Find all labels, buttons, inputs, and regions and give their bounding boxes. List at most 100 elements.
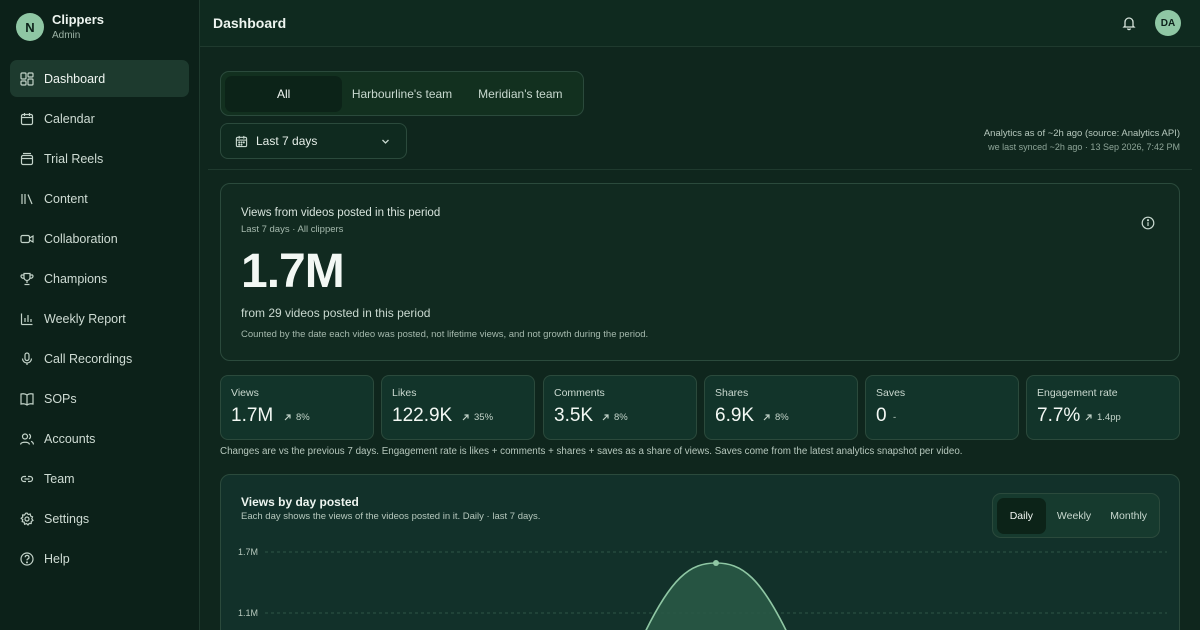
- bell-icon[interactable]: [1121, 15, 1137, 31]
- workspace-role: Admin: [52, 29, 81, 41]
- metric-card-likes: Likes 122.9K 35%: [381, 375, 535, 440]
- calendar-icon: [235, 135, 248, 148]
- brand[interactable]: N Clippers Admin: [16, 12, 104, 42]
- sidebar-item-help[interactable]: Help: [10, 540, 189, 577]
- sidebar-item-sops[interactable]: SOPs: [10, 380, 189, 417]
- metric-card-views: Views 1.7M 8%: [220, 375, 374, 440]
- metric-delta-value: 1.4pp: [1097, 412, 1121, 423]
- area-fill: [646, 563, 786, 630]
- book-icon: [20, 392, 34, 406]
- views-summary-card: Views from videos posted in this period …: [220, 183, 1180, 361]
- sidebar-item-dashboard[interactable]: Dashboard: [10, 60, 189, 97]
- sidebar-item-weekly-report[interactable]: Weekly Report: [10, 300, 189, 337]
- sidebar-item-label: Collaboration: [44, 231, 118, 246]
- metric-value: 7.7%: [1037, 405, 1081, 426]
- metric-value: 122.9K: [392, 405, 453, 426]
- sidebar: N Clippers Admin Dashboard Calendar Tria…: [0, 0, 200, 630]
- metric-delta-value: 8%: [614, 412, 628, 423]
- sidebar-item-settings[interactable]: Settings: [10, 500, 189, 537]
- sidebar-item-call-recordings[interactable]: Call Recordings: [10, 340, 189, 377]
- analytics-source: Analytics as of ~2h ago (source: Analyti…: [983, 128, 1180, 139]
- metric-label: Views: [231, 387, 259, 399]
- sidebar-item-team[interactable]: Team: [10, 460, 189, 497]
- video-count: from 29 videos posted in this period: [241, 306, 431, 320]
- user-avatar[interactable]: DA: [1155, 10, 1181, 36]
- page-title: Dashboard: [213, 15, 287, 31]
- metric-value: 1.7M: [231, 405, 274, 426]
- tab-meridian-team[interactable]: Meridian's team: [462, 76, 579, 112]
- sync-status: Analytics as of ~2h ago (source: Analyti…: [984, 128, 1180, 152]
- metric-label: Comments: [554, 387, 605, 399]
- sidebar-item-content[interactable]: Content: [10, 180, 189, 217]
- metric-label: Saves: [876, 387, 906, 399]
- top-header: Dashboard DA: [200, 0, 1200, 47]
- card-subtitle: Last 7 days · All clippers: [241, 224, 344, 235]
- info-icon[interactable]: [1141, 216, 1155, 230]
- video-icon: [20, 232, 34, 246]
- metric-delta: 8%: [601, 412, 628, 423]
- sidebar-item-label: Settings: [44, 511, 90, 526]
- metric-card-engagement-rate: Engagement rate 7.7% 1.4pp: [1026, 375, 1180, 440]
- arrow-up-right-icon: [763, 414, 770, 421]
- users-icon: [20, 432, 34, 446]
- sidebar-item-trial-reels[interactable]: Trial Reels: [10, 140, 189, 177]
- sidebar-item-label: Content: [44, 191, 88, 206]
- chevron-down-icon: [380, 136, 391, 147]
- metric-cards: Views 1.7M 8% Likes 122.9K 35% Comments …: [220, 375, 1180, 440]
- workspace-avatar: N: [16, 13, 44, 41]
- metric-value: 6.9K: [715, 405, 755, 426]
- arrow-up-right-icon: [462, 414, 469, 421]
- team-tabs: All Harbourline's team Meridian's team: [220, 71, 584, 116]
- card-note: Counted by the date each video was poste…: [241, 329, 649, 340]
- link-icon: [20, 472, 34, 486]
- views-by-day-card: Views by day posted Each day shows the v…: [220, 474, 1180, 630]
- sidebar-item-label: Trial Reels: [44, 151, 104, 166]
- sidebar-item-calendar[interactable]: Calendar: [10, 100, 189, 137]
- metric-label: Likes: [392, 387, 417, 399]
- divider: [208, 169, 1192, 170]
- metric-card-comments: Comments 3.5K 8%: [543, 375, 697, 440]
- arrow-up-right-icon: [1085, 414, 1092, 421]
- date-range-value: Last 7 days: [256, 134, 318, 148]
- tab-harbourline-team[interactable]: Harbourline's team: [342, 76, 461, 112]
- calendar-icon: [20, 112, 34, 126]
- tab-all[interactable]: All: [225, 75, 343, 112]
- metric-delta: 35%: [461, 412, 493, 423]
- sidebar-item-collaboration[interactable]: Collaboration: [10, 220, 189, 257]
- arrow-up-right-icon: [602, 414, 609, 421]
- metrics-note: Changes are vs the previous 7 days. Enga…: [220, 446, 963, 457]
- sidebar-item-label: Help: [44, 551, 70, 566]
- metric-delta-value: 35%: [474, 412, 494, 423]
- data-point-peak[interactable]: [713, 560, 719, 566]
- bar-chart-icon: [20, 312, 34, 326]
- date-range-select[interactable]: Last 7 days: [220, 123, 407, 159]
- sidebar-item-champions[interactable]: Champions: [10, 260, 189, 297]
- sidebar-item-label: Accounts: [44, 431, 96, 446]
- arrow-up-right-icon: [284, 414, 291, 421]
- metric-delta: -: [893, 412, 896, 423]
- metric-value: 3.5K: [554, 405, 594, 426]
- sidebar-item-label: Champions: [44, 271, 108, 286]
- views-chart: 1.7M 1.1M: [238, 547, 1167, 630]
- trophy-icon: [20, 272, 34, 286]
- library-icon: [20, 192, 34, 206]
- card-title: Views from videos posted in this period: [241, 207, 441, 219]
- sidebar-item-label: SOPs: [44, 391, 77, 406]
- reels-icon: [20, 152, 34, 166]
- sidebar-item-label: Call Recordings: [44, 351, 133, 366]
- metric-delta: 1.4pp: [1084, 412, 1121, 423]
- metric-label: Shares: [715, 387, 749, 399]
- metric-label: Engagement rate: [1037, 387, 1118, 399]
- dashboard-icon: [20, 71, 34, 86]
- metric-delta: 8%: [762, 412, 789, 423]
- microphone-icon: [20, 351, 34, 366]
- sidebar-item-label: Team: [44, 471, 75, 486]
- metric-delta-value: -: [893, 412, 897, 423]
- sidebar-item-label: Calendar: [44, 111, 95, 126]
- sidebar-nav: Dashboard Calendar Trial Reels Content C…: [10, 60, 189, 580]
- y-tick-label: 1.1M: [238, 608, 258, 618]
- metric-delta-value: 8%: [775, 412, 789, 423]
- sidebar-item-label: Dashboard: [44, 71, 106, 86]
- help-icon: [20, 551, 34, 566]
- sidebar-item-accounts[interactable]: Accounts: [10, 420, 189, 457]
